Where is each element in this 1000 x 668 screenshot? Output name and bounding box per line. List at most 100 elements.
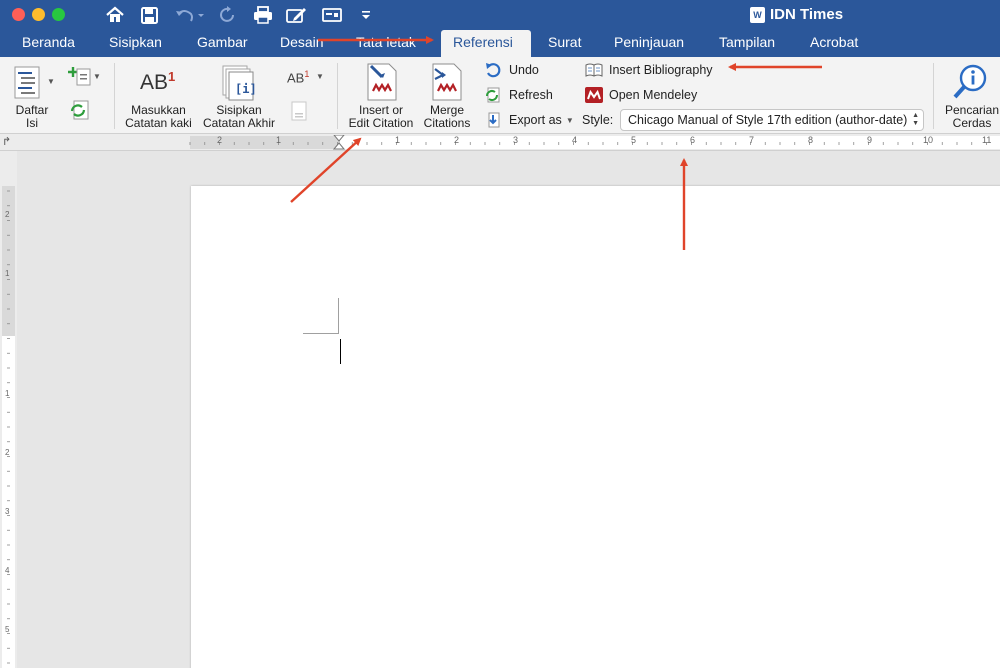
document-page[interactable]	[191, 186, 1000, 668]
ribbon-separator	[114, 63, 115, 129]
title-bar: W IDN Times	[0, 0, 1000, 30]
smart-lookup-icon[interactable]	[952, 63, 990, 104]
add-text-icon[interactable]	[68, 65, 94, 90]
undo-arrow-icon	[485, 62, 501, 78]
smart-lookup-button[interactable]: Pencarian Cerdas	[941, 104, 1000, 130]
edit-document-icon[interactable]	[286, 4, 308, 26]
ruler-label: 5	[631, 135, 637, 145]
insert-bibliography-button[interactable]: Insert Bibliography	[585, 60, 713, 80]
export-dropdown-icon: ▼	[565, 115, 574, 125]
customize-toolbar-icon[interactable]	[358, 4, 374, 26]
ruler-label: 2	[454, 135, 460, 145]
svg-text:[i]: [i]	[235, 82, 256, 96]
tab-surat[interactable]: Surat	[536, 30, 593, 57]
tab-gambar[interactable]: Gambar	[185, 30, 260, 57]
citation-style-select[interactable]: Chicago Manual of Style 17th edition (au…	[620, 109, 924, 131]
tab-referensi[interactable]: Referensi	[441, 30, 531, 57]
tab-tampilan[interactable]: Tampilan	[707, 30, 787, 57]
minimize-window-button[interactable]	[32, 8, 45, 21]
ruler-label: 2	[5, 448, 10, 457]
tab-desain[interactable]: Desain	[268, 30, 336, 57]
ruler-label: 9	[867, 135, 873, 145]
undo-label: Undo	[509, 63, 539, 77]
merge-citations-button[interactable]: Merge Citations	[421, 104, 473, 130]
endnote-icon[interactable]: [i]	[222, 65, 257, 104]
margin-corner-mark	[303, 333, 339, 334]
tab-peninjauan[interactable]: Peninjauan	[602, 30, 696, 57]
ruler-label: 2	[217, 135, 223, 145]
save-icon[interactable]	[139, 4, 159, 26]
horizontal-ruler[interactable]: ↱ 2 1 1 2 3 4 5 6 7 8 9 10 11	[0, 134, 1000, 151]
show-notes-icon	[291, 101, 307, 124]
endnote-label-2: Catatan Akhir	[202, 116, 276, 130]
refresh-label: Refresh	[509, 88, 553, 102]
ribbon-separator	[337, 63, 338, 129]
redo-icon[interactable]	[218, 4, 238, 26]
insert-endnote-button[interactable]: Sisipkan Catatan Akhir	[200, 104, 278, 130]
mendeley-refresh-button[interactable]: Refresh	[485, 85, 553, 105]
open-mendeley-button[interactable]: Open Mendeley	[585, 85, 697, 105]
insert-citation-icon[interactable]	[365, 63, 399, 104]
ruler-label: 1	[395, 135, 401, 145]
tab-beranda[interactable]: Beranda	[10, 30, 87, 57]
ruler-label: 5	[5, 625, 10, 634]
next-footnote-sup: 1	[304, 69, 310, 79]
insert-bibliography-label: Insert Bibliography	[609, 63, 713, 77]
ruler-ticks	[189, 142, 987, 145]
ruler-label: 4	[5, 566, 10, 575]
margin-corner-mark	[338, 298, 339, 334]
insert-edit-citation-button[interactable]: Insert or Edit Citation	[343, 104, 419, 130]
tab-tata-letak[interactable]: Tata letak	[344, 30, 428, 57]
update-table-icon[interactable]	[69, 99, 91, 124]
ruler-label: 2	[5, 210, 10, 219]
style-label: Style:	[582, 113, 614, 127]
bibliography-book-icon	[585, 62, 603, 78]
add-text-dropdown-icon[interactable]: ▼	[93, 72, 101, 81]
footnote-icon[interactable]: AB1	[140, 69, 175, 95]
ruler-label: 11	[982, 135, 992, 145]
zoom-window-button[interactable]	[52, 8, 65, 21]
select-stepper-icon: ▲ ▼	[912, 112, 919, 127]
form-field-icon[interactable]	[321, 4, 343, 26]
ruler-label: 8	[808, 135, 814, 145]
undo-icon[interactable]	[173, 4, 205, 26]
vertical-ruler[interactable]: 2 1 1 2 3 4 5	[0, 151, 17, 668]
indent-marker-icon[interactable]	[332, 134, 346, 154]
tab-sisipkan[interactable]: Sisipkan	[97, 30, 174, 57]
ruler-label: 3	[5, 507, 10, 516]
table-of-contents-icon[interactable]	[14, 66, 42, 103]
ruler-label: 1	[5, 269, 10, 278]
next-footnote-dropdown-icon[interactable]: ▼	[316, 72, 324, 81]
close-window-button[interactable]	[12, 8, 25, 21]
ruler-label: 6	[690, 135, 696, 145]
tab-acrobat[interactable]: Acrobat	[798, 30, 870, 57]
document-title: IDN Times	[770, 6, 844, 23]
ruler-label: 4	[572, 135, 578, 145]
next-footnote-text: AB	[287, 70, 305, 86]
text-cursor	[340, 339, 341, 364]
footnote-icon-sup: 1	[168, 69, 176, 84]
ruler-label: 10	[923, 135, 934, 145]
ribbon-tabs: Beranda Sisipkan Gambar Desain Tata leta…	[0, 30, 1000, 57]
mendeley-export-button[interactable]: Export as ▼	[485, 110, 574, 130]
export-label: Export as	[509, 113, 562, 127]
next-footnote-icon[interactable]: AB1	[287, 69, 309, 85]
insert-footnote-button[interactable]: Masukkan Catatan kaki	[121, 104, 196, 130]
toc-dropdown-icon[interactable]: ▼	[47, 77, 55, 86]
smart-lookup-label-2: Cerdas	[952, 116, 992, 130]
home-icon[interactable]	[104, 4, 126, 26]
ruler-label: 3	[513, 135, 519, 145]
ribbon-separator	[933, 63, 934, 129]
ruler-label: 1	[5, 389, 10, 398]
refresh-icon	[485, 87, 501, 103]
open-mendeley-label: Open Mendeley	[609, 88, 698, 102]
toc-button[interactable]: Daftar Isi	[10, 104, 54, 130]
merge-citations-icon[interactable]	[430, 63, 464, 104]
print-icon[interactable]	[252, 4, 274, 26]
mendeley-icon	[585, 87, 603, 103]
ruler-label: 1	[276, 135, 282, 145]
footnote-label-2: Catatan kaki	[125, 116, 192, 130]
merge-label-2: Citations	[423, 116, 471, 130]
mendeley-undo-button[interactable]: Undo	[485, 60, 539, 80]
insert-citation-label-2: Edit Citation	[348, 116, 414, 130]
